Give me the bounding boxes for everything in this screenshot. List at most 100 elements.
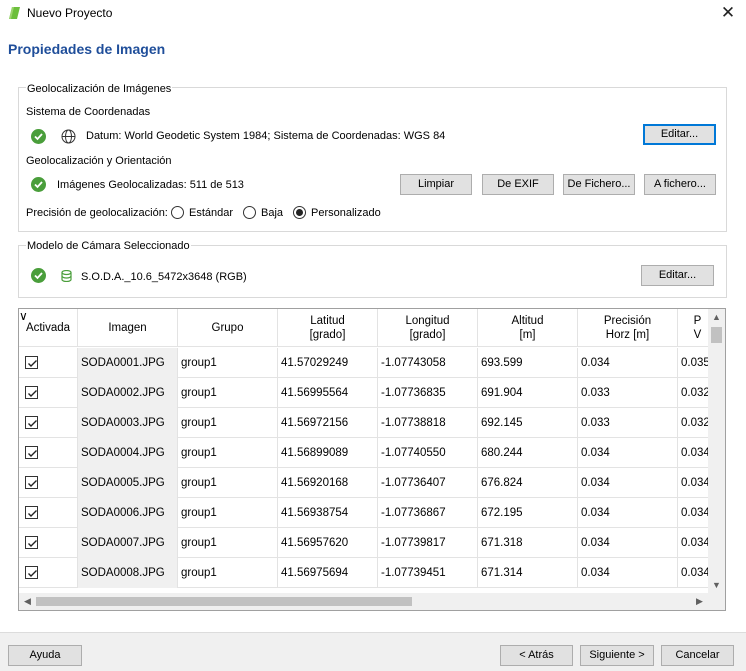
cell-image: SODA0008.JPG xyxy=(78,558,178,588)
geolocation-section-caption: Geolocalización de Imágenes xyxy=(26,83,173,95)
activated-checkbox[interactable] xyxy=(25,446,38,459)
next-button[interactable]: Siguiente > xyxy=(580,645,654,666)
status-ok-icon xyxy=(31,177,46,192)
clear-button[interactable]: Limpiar xyxy=(400,174,472,195)
cell-horz-accuracy: 0.034 xyxy=(578,558,678,588)
datum-text: Datum: World Geodetic System 1984; Siste… xyxy=(86,130,446,142)
cell-latitude: 41.56920168 xyxy=(278,468,378,498)
from-exif-button[interactable]: De EXIF xyxy=(482,174,554,195)
images-table: ∨ Activada Imagen Grupo Latitud [grado] Longi… xyxy=(18,308,726,611)
table-row[interactable]: SODA0001.JPG group1 41.57029249 -1.07743058… xyxy=(19,348,718,378)
cell-horz-accuracy: 0.034 xyxy=(578,348,678,378)
cell-altitude: 671.318 xyxy=(478,528,578,558)
column-header-horz-accuracy[interactable]: Precisión Horz [m] xyxy=(578,309,678,347)
table-row[interactable]: SODA0008.JPG group1 41.56975694 -1.07739451… xyxy=(19,558,718,588)
column-header-activated[interactable]: Activada xyxy=(19,309,78,347)
title-bar: Nuevo Proyecto ✕ xyxy=(0,0,746,28)
scroll-right-icon[interactable]: ▶ xyxy=(691,593,708,610)
cell-longitude: -1.07739451 xyxy=(378,558,478,588)
cell-longitude: -1.07740550 xyxy=(378,438,478,468)
table-row[interactable]: SODA0007.JPG group1 41.56957620 -1.07739817… xyxy=(19,528,718,558)
vertical-scroll-thumb[interactable] xyxy=(711,327,722,343)
cell-longitude: -1.07738818 xyxy=(378,408,478,438)
cell-longitude: -1.07739817 xyxy=(378,528,478,558)
radio-low[interactable] xyxy=(243,206,256,219)
cell-horz-accuracy: 0.034 xyxy=(578,438,678,468)
table-row[interactable]: SODA0003.JPG group1 41.56972156 -1.07738818… xyxy=(19,408,718,438)
status-ok-icon xyxy=(31,268,46,283)
cell-altitude: 692.145 xyxy=(478,408,578,438)
cell-image: SODA0007.JPG xyxy=(78,528,178,558)
cell-altitude: 680.244 xyxy=(478,438,578,468)
activated-checkbox[interactable] xyxy=(25,536,38,549)
cell-latitude: 41.56995564 xyxy=(278,378,378,408)
table-row[interactable]: SODA0004.JPG group1 41.56899089 -1.07740550… xyxy=(19,438,718,468)
activated-checkbox[interactable] xyxy=(25,476,38,489)
cell-altitude: 693.599 xyxy=(478,348,578,378)
cell-longitude: -1.07736407 xyxy=(378,468,478,498)
horizontal-scroll-thumb[interactable] xyxy=(36,597,412,606)
radio-custom[interactable] xyxy=(293,206,306,219)
cell-image: SODA0006.JPG xyxy=(78,498,178,528)
table-row[interactable]: SODA0002.JPG group1 41.56995564 -1.07736835… xyxy=(19,378,718,408)
column-header-group[interactable]: Grupo xyxy=(178,309,278,347)
activated-checkbox[interactable] xyxy=(25,566,38,579)
table-row[interactable]: SODA0006.JPG group1 41.56938754 -1.07736867… xyxy=(19,498,718,528)
radio-standard-label: Estándar xyxy=(189,207,234,219)
cell-group: group1 xyxy=(178,498,278,528)
cell-group: group1 xyxy=(178,558,278,588)
cell-image: SODA0002.JPG xyxy=(78,378,178,408)
cell-activated xyxy=(19,438,78,468)
activated-checkbox[interactable] xyxy=(25,506,38,519)
cell-latitude: 41.57029249 xyxy=(278,348,378,378)
page-title: Propiedades de Imagen xyxy=(8,41,166,57)
column-header-latitude[interactable]: Latitud [grado] xyxy=(278,309,378,347)
activated-checkbox[interactable] xyxy=(25,356,38,369)
cell-group: group1 xyxy=(178,408,278,438)
column-header-longitude[interactable]: Longitud [grado] xyxy=(378,309,478,347)
globe-icon xyxy=(61,129,76,144)
radio-low-label: Baja xyxy=(261,207,284,219)
close-icon: ✕ xyxy=(720,3,736,22)
cell-activated xyxy=(19,558,78,588)
cell-horz-accuracy: 0.034 xyxy=(578,498,678,528)
radio-standard[interactable] xyxy=(171,206,184,219)
coordinate-system-label: Sistema de Coordenadas xyxy=(26,106,151,118)
cell-horz-accuracy: 0.034 xyxy=(578,468,678,498)
activated-checkbox[interactable] xyxy=(25,416,38,429)
radio-selected-dot xyxy=(296,209,303,216)
cell-latitude: 41.56975694 xyxy=(278,558,378,588)
scroll-up-icon[interactable]: ▲ xyxy=(708,309,725,326)
cell-activated xyxy=(19,528,78,558)
cancel-button[interactable]: Cancelar xyxy=(661,645,734,666)
help-button[interactable]: Ayuda xyxy=(8,645,82,666)
back-button[interactable]: < Atrás xyxy=(500,645,573,666)
to-file-button[interactable]: A fichero... xyxy=(644,174,716,195)
cell-group: group1 xyxy=(178,468,278,498)
cell-activated xyxy=(19,378,78,408)
cell-image: SODA0005.JPG xyxy=(78,468,178,498)
cell-activated xyxy=(19,408,78,438)
edit-camera-button[interactable]: Editar... xyxy=(641,265,714,286)
geolocated-images-text: Imágenes Geolocalizadas: 511 de 513 xyxy=(57,179,244,191)
column-header-altitude[interactable]: Altitud [m] xyxy=(478,309,578,347)
column-header-image[interactable]: Imagen xyxy=(78,309,178,347)
cell-group: group1 xyxy=(178,438,278,468)
database-icon xyxy=(61,270,72,282)
precision-label: Precisión de geolocalización: xyxy=(26,207,168,219)
camera-model-text: S.O.D.A._10.6_5472x3648 (RGB) xyxy=(81,271,247,283)
horizontal-scrollbar[interactable]: ◀ ▶ xyxy=(19,593,725,610)
cell-altitude: 676.824 xyxy=(478,468,578,498)
cell-longitude: -1.07736867 xyxy=(378,498,478,528)
vertical-scrollbar[interactable]: ▲ ▼ xyxy=(708,309,725,594)
cell-activated xyxy=(19,498,78,528)
from-file-button[interactable]: De Fichero... xyxy=(563,174,635,195)
status-ok-icon xyxy=(31,129,46,144)
activated-checkbox[interactable] xyxy=(25,386,38,399)
scroll-left-icon[interactable]: ◀ xyxy=(19,593,36,610)
table-row[interactable]: SODA0005.JPG group1 41.56920168 -1.07736407… xyxy=(19,468,718,498)
close-button[interactable]: ✕ xyxy=(716,2,740,24)
scroll-down-icon[interactable]: ▼ xyxy=(708,577,725,594)
app-logo-icon xyxy=(9,7,20,19)
edit-coordinate-system-button[interactable]: Editar... xyxy=(643,124,716,145)
